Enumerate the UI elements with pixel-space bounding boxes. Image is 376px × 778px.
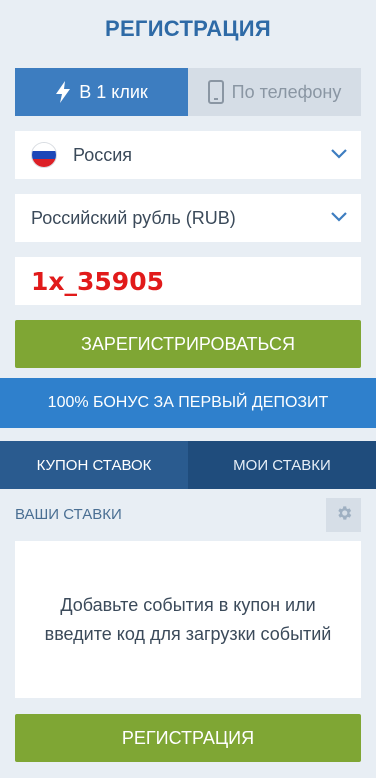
tab-by-phone-label: По телефону xyxy=(231,81,342,102)
gear-icon xyxy=(335,504,353,527)
tab-one-click[interactable]: В 1 клик xyxy=(15,68,188,116)
phone-icon xyxy=(207,80,224,104)
tab-one-click-label: В 1 клик xyxy=(79,81,148,102)
page-title: РЕГИСТРАЦИЯ xyxy=(104,16,272,41)
promo-code-value: 1x_35905 xyxy=(31,266,164,296)
tab-bet-slip[interactable]: КУПОН СТАВОК xyxy=(0,441,188,489)
bonus-banner[interactable]: 100% БОНУС ЗА ПЕРВЫЙ ДЕПОЗИТ xyxy=(0,378,376,428)
country-select[interactable]: Россия xyxy=(15,131,361,179)
settings-button[interactable] xyxy=(326,498,361,532)
chevron-down-icon xyxy=(331,209,347,227)
currency-value: Российский рубль (RUB) xyxy=(31,207,236,228)
empty-bet-slip: Добавьте события в купон или введите код… xyxy=(15,541,361,698)
currency-select[interactable]: Российский рубль (RUB) xyxy=(15,194,361,242)
chevron-down-icon xyxy=(331,146,347,164)
empty-bet-slip-text: Добавьте события в купон или введите код… xyxy=(44,594,332,644)
registration-button[interactable]: РЕГИСТРАЦИЯ xyxy=(15,714,361,762)
register-button[interactable]: ЗАРЕГИСТРИРОВАТЬСЯ xyxy=(15,320,361,368)
your-bets-label: ВАШИ СТАВКИ xyxy=(15,506,122,523)
tab-my-bets[interactable]: МОИ СТАВКИ xyxy=(188,441,376,489)
country-value: Россия xyxy=(73,144,133,165)
registration-tabs: В 1 клик По телефону xyxy=(15,68,361,116)
promo-code-field[interactable]: 1x_35905 xyxy=(15,257,361,305)
russia-flag-icon xyxy=(31,142,57,168)
coupon-tabs: КУПОН СТАВОК МОИ СТАВКИ xyxy=(0,441,376,489)
lightning-icon xyxy=(55,81,71,103)
tab-by-phone[interactable]: По телефону xyxy=(188,68,361,116)
